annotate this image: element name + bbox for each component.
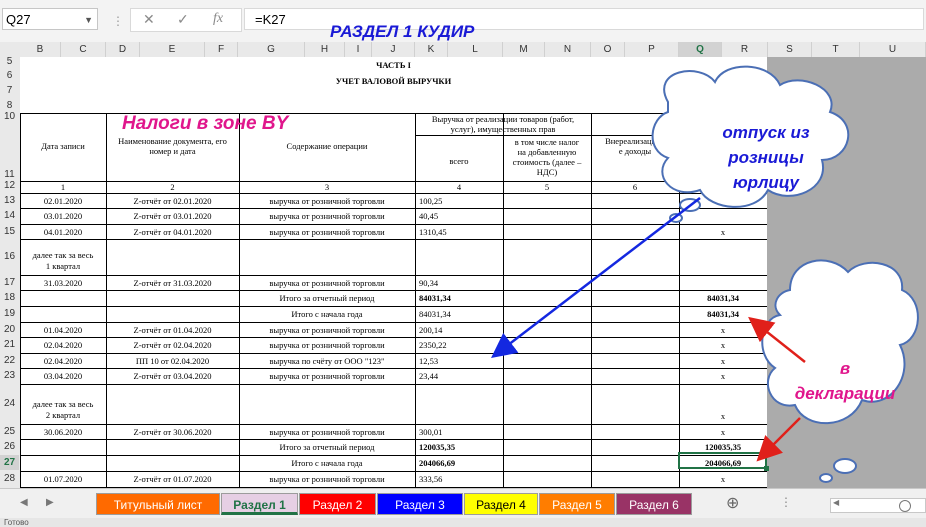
- cloud-line: розницы: [728, 148, 804, 167]
- cloud-text-1: отпуск из розницы юрлицу: [696, 120, 836, 195]
- section-title-annotation: РАЗДЕЛ 1 КУДИР: [330, 22, 475, 41]
- sheet-tab-7[interactable]: Раздел 6: [616, 493, 692, 515]
- sheet-tabs-bar: ◀ ▶ Титульный лист Раздел 1 Раздел 2 Раздел…: [0, 488, 926, 519]
- blue-arrow: [491, 197, 701, 359]
- cloud-line: отпуск из: [722, 123, 810, 142]
- sheet-tab-2[interactable]: Раздел 1: [221, 493, 298, 515]
- sheet-tab-1[interactable]: Титульный лист: [96, 493, 220, 515]
- annotation-overlay: [491, 65, 919, 483]
- cloud-tail-2a: [833, 458, 857, 474]
- sheet-tab-6[interactable]: Раздел 5: [539, 493, 615, 515]
- horizontal-scrollbar[interactable]: ◀: [830, 498, 926, 513]
- sheet-tab-3[interactable]: Раздел 2: [299, 493, 376, 515]
- scroll-thumb[interactable]: [899, 500, 911, 512]
- cloud-line: юрлицу: [732, 173, 800, 192]
- sheet-tab-5[interactable]: Раздел 4: [464, 493, 538, 515]
- watermark-annotation: Налоги в зоне BY: [122, 113, 289, 134]
- scroll-left-icon[interactable]: ◀: [833, 498, 839, 507]
- status-text: Готово: [4, 518, 29, 527]
- cloud-line: в: [839, 359, 851, 378]
- cloud-tail-2b: [819, 473, 833, 483]
- scroll-left-icon[interactable]: ◀: [20, 497, 28, 508]
- status-bar: Готово: [0, 518, 926, 527]
- cloud-line: декларации: [794, 384, 896, 403]
- grip-icon: ⋮: [780, 495, 792, 509]
- sheet-tab-4[interactable]: Раздел 3: [377, 493, 463, 515]
- red-arrow-2: [756, 417, 801, 462]
- add-sheet-icon[interactable]: ⊕: [726, 493, 739, 513]
- scroll-right-icon[interactable]: ▶: [46, 497, 54, 508]
- cloud-text-2: в декларации: [780, 356, 910, 406]
